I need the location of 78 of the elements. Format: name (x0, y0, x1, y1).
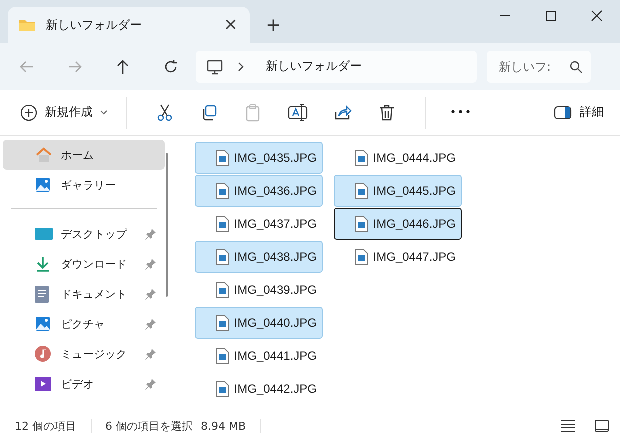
image-icon (35, 316, 51, 332)
file-name: IMG_0438.JPG (234, 250, 317, 264)
file-item[interactable]: IMG_0440.JPG (195, 307, 323, 339)
file-item[interactable]: IMG_0435.JPG (195, 142, 323, 174)
image-file-icon (216, 348, 230, 364)
sidebar-item[interactable]: ダウンロード (3, 249, 165, 279)
image-file-icon (216, 150, 230, 166)
file-item[interactable]: IMG_0445.JPG (334, 175, 462, 207)
sidebar-item[interactable]: デスクトップ (3, 219, 165, 249)
image-file-icon (355, 249, 368, 265)
file-item[interactable]: IMG_0439.JPG (195, 274, 323, 306)
file-item[interactable]: IMG_0442.JPG (195, 373, 323, 405)
file-name: IMG_0439.JPG (234, 283, 317, 297)
file-name: IMG_0444.JPG (373, 151, 456, 165)
image-file-icon (216, 249, 230, 265)
file-item[interactable]: IMG_0438.JPG (195, 241, 323, 273)
download-icon (35, 256, 51, 272)
tile-view-icon[interactable] (594, 419, 610, 433)
sidebar-item[interactable]: ミュージック (3, 339, 165, 369)
file-item[interactable]: IMG_0436.JPG (195, 175, 323, 207)
image-file-icon (216, 282, 230, 298)
caret-icon (100, 110, 108, 116)
image-file-icon (216, 183, 230, 199)
image-file-icon (355, 183, 368, 199)
music-icon (35, 346, 51, 362)
image-file-icon (355, 150, 368, 166)
file-name: IMG_0437.JPG (234, 217, 317, 231)
new-button[interactable]: 新規作成 (18, 100, 110, 126)
image-file-icon (216, 381, 230, 397)
house-icon (35, 147, 53, 163)
sidebar-item[interactable]: ギャラリー (3, 170, 165, 200)
sidebar-item[interactable]: ホーム (3, 140, 165, 170)
item-count: 12 個の項目 (15, 418, 76, 434)
scrollbar-thumb[interactable] (166, 153, 168, 297)
file-name: IMG_0446.JPG (373, 217, 456, 231)
file-name: IMG_0436.JPG (234, 184, 317, 198)
more-button[interactable]: ••• (448, 102, 474, 123)
selection-size: 8.94 MB (201, 420, 246, 432)
sidebar-item[interactable]: ピクチャ (3, 309, 165, 339)
rename-icon[interactable] (287, 102, 309, 122)
list-view-icon[interactable] (560, 419, 576, 433)
file-name: IMG_0435.JPG (234, 151, 317, 165)
image-file-icon (216, 315, 230, 331)
sidebar-item[interactable]: ビデオ (3, 369, 165, 399)
file-item[interactable]: IMG_0437.JPG (195, 208, 323, 240)
plus-icon (20, 104, 38, 122)
file-name: IMG_0441.JPG (234, 349, 317, 363)
new-tab-button[interactable]: + (260, 14, 288, 37)
file-item[interactable]: IMG_0446.JPG (334, 208, 462, 240)
image-file-icon (355, 216, 368, 232)
details-button[interactable]: 詳細 (552, 100, 606, 125)
file-name: IMG_0440.JPG (234, 316, 317, 330)
close-tab-button[interactable]: × (220, 15, 242, 35)
folder-path: 新しいフォルダー (266, 58, 362, 75)
search-field[interactable]: 新しいフ: (487, 50, 591, 82)
file-item[interactable]: IMG_0441.JPG (195, 340, 323, 372)
file-item[interactable]: IMG_0447.JPG (334, 241, 462, 273)
file-name: IMG_0442.JPG (234, 382, 317, 396)
monitor-icon (35, 228, 53, 240)
window-tab[interactable]: 新しいフォルダー × (8, 7, 250, 43)
selection-count: 6 個の項目を選択 (106, 418, 193, 434)
image-file-icon (216, 216, 230, 232)
panel-icon (554, 106, 572, 120)
trash-icon[interactable] (377, 102, 397, 122)
chevron-icon (236, 60, 246, 72)
computer-icon (206, 58, 224, 76)
file-name: IMG_0445.JPG (373, 184, 456, 198)
scissors-icon[interactable] (155, 102, 175, 122)
search-icon (569, 60, 583, 74)
file-name: IMG_0447.JPG (373, 250, 456, 264)
address-bar[interactable]: 新しいフォルダー (196, 50, 477, 82)
document-icon (35, 286, 49, 302)
folder-icon (18, 17, 36, 33)
sidebar-item[interactable]: ドキュメント (3, 279, 165, 309)
film-icon (35, 377, 51, 391)
image-icon (35, 177, 51, 193)
tab-title: 新しいフォルダー (46, 16, 143, 34)
file-item[interactable]: IMG_0444.JPG (334, 142, 462, 174)
